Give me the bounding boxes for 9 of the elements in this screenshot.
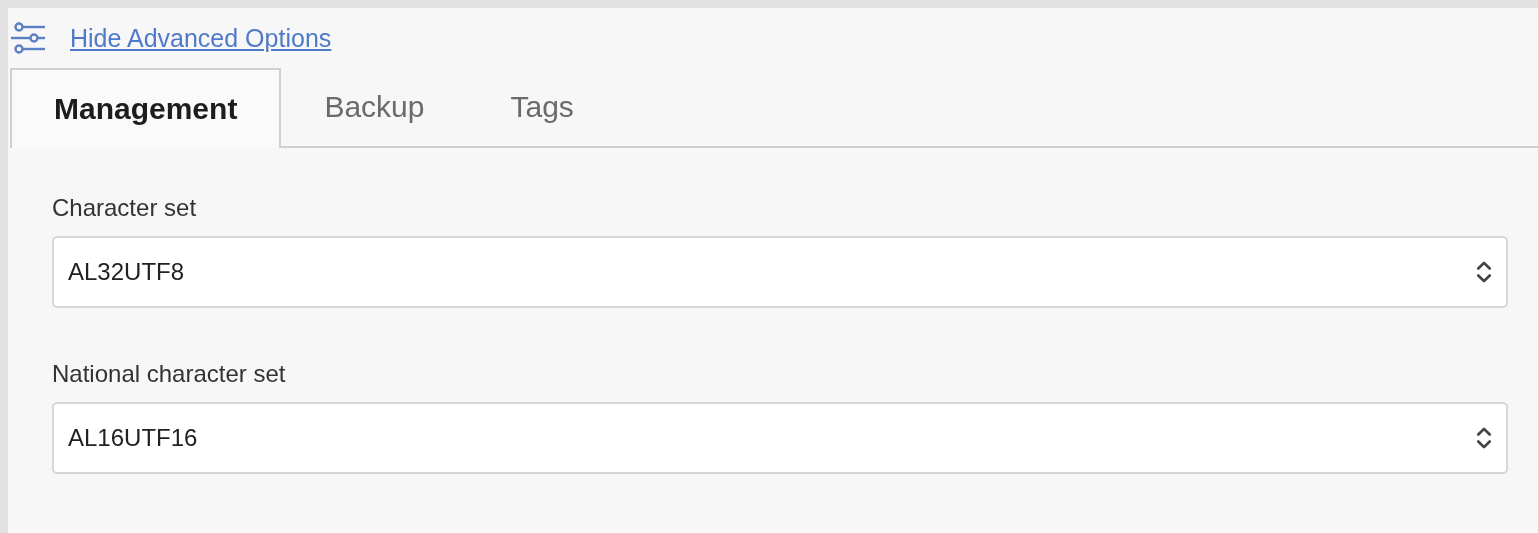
select-field[interactable]: AL32UTF8: [52, 236, 1508, 308]
hide-options-link[interactable]: Hide Advanced Options: [70, 23, 332, 53]
field-label: Character set: [52, 194, 198, 222]
tab[interactable]: Backup: [281, 68, 468, 148]
tab[interactable]: Management: [10, 68, 282, 148]
field-label: National character set: [52, 360, 287, 388]
sliders-icon: [10, 22, 46, 54]
tab[interactable]: Tags: [467, 68, 617, 148]
select-field[interactable]: AL16UTF16: [52, 402, 1508, 474]
